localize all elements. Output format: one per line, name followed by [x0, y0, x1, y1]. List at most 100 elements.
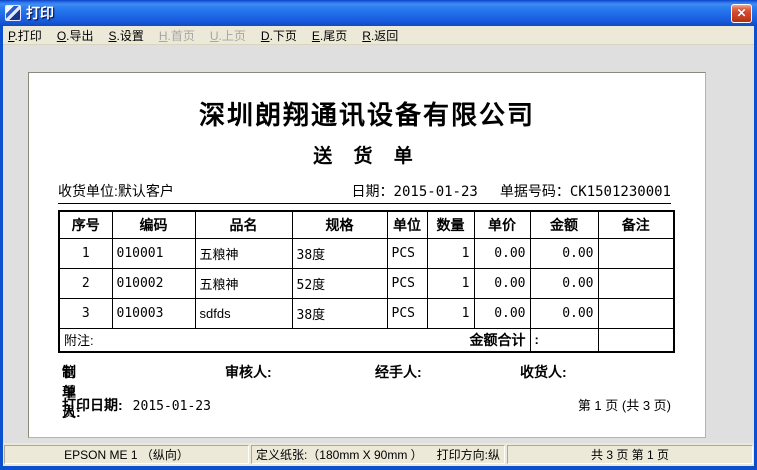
total-label: 金额合计: [470, 330, 526, 350]
accel-key: U: [210, 29, 219, 43]
company-name: 深圳朗翔通讯设备有限公司: [29, 95, 705, 132]
doc-no-label: 单据号码：: [500, 183, 570, 199]
statusbar: EPSON ME 1 （纵向） 定义纸张:（180mm X 90mm ） 打印方向…: [3, 443, 754, 466]
toolbar-label: .下页: [270, 29, 297, 43]
col-header-product: 品名: [195, 211, 292, 238]
toolbar-label: .导出: [66, 29, 93, 43]
window-bottom-border: [0, 466, 757, 470]
cell-remark: [598, 238, 674, 268]
info-line: 收货单位:默认客户 日期：2015-01-23 单据号码：CK1501230001: [58, 181, 671, 204]
toolbar-button-first-page[interactable]: H.首页: [159, 27, 195, 44]
notes-cell: 附注: 金额合计: [59, 328, 530, 352]
print-window: 打印 ✕ P.打印 O.导出 S.设置 H.首页 U.上页 D.下页 E.尾页 …: [0, 0, 757, 470]
toolbar-button-next-page[interactable]: D.下页: [261, 27, 297, 44]
customer-field: 收货单位:默认客户: [58, 181, 174, 201]
receiver-label: 收货人:: [520, 362, 567, 382]
table-row: 1 010001 五粮神 38度 PCS 1 0.00 0.00: [59, 238, 674, 268]
cell-remark: [598, 298, 674, 328]
cell-qty: 1: [427, 298, 474, 328]
cell-unit: PCS: [387, 298, 427, 328]
total-colon: :: [535, 332, 539, 347]
statusbar-pages: 共 3 页 第 1 页: [507, 445, 753, 464]
total-value-cell: :: [530, 328, 598, 352]
table-header-row: 序号 编码 品名 规格 单位 数量 单价 金额 备注: [59, 211, 674, 238]
cell-code: 010001: [112, 238, 195, 268]
paper-size: 定义纸张:（180mm X 90mm ）: [256, 446, 423, 463]
cell-amount: 0.00: [530, 298, 598, 328]
app-icon: [5, 5, 21, 21]
customer-label: 收货单位:: [58, 183, 118, 199]
doc-no-value: CK1501230001: [570, 184, 671, 200]
table-row: 3 010003 sdfds 38度 PCS 1 0.00 0.00: [59, 298, 674, 328]
cell-remark: [598, 268, 674, 298]
statusbar-paper: 定义纸张:（180mm X 90mm ） 打印方向:纵: [251, 445, 505, 464]
cell-amount: 0.00: [530, 268, 598, 298]
titlebar[interactable]: 打印 ✕: [0, 0, 757, 26]
cell-unit: PCS: [387, 268, 427, 298]
toolbar-label: .设置: [117, 29, 144, 43]
date-label: 日期：: [352, 183, 394, 199]
cell-product: 五粮神: [195, 268, 292, 298]
col-header-qty: 数量: [427, 211, 474, 238]
document-page: 深圳朗翔通讯设备有限公司 送 货 单 收货单位:默认客户 日期：2015-01-…: [28, 72, 706, 438]
toolbar-button-settings[interactable]: S.设置: [109, 27, 144, 44]
statusbar-printer: EPSON ME 1 （纵向）: [4, 445, 249, 464]
notes-label: 附注:: [64, 330, 94, 349]
date-docno-field: 日期：2015-01-23 单据号码：CK1501230001: [352, 181, 671, 201]
handler-label: 经手人:: [375, 362, 422, 382]
maker-value: 管理员: [62, 362, 76, 422]
col-header-amount: 金额: [530, 211, 598, 238]
close-icon: ✕: [736, 6, 746, 20]
toolbar-button-back[interactable]: R.返回: [362, 27, 398, 44]
toolbar-button-prev-page[interactable]: U.上页: [210, 27, 246, 44]
customer-value: 默认客户: [118, 183, 174, 199]
cell-spec: 38度: [292, 298, 387, 328]
accel-key: H: [159, 29, 168, 43]
cell-seq: 3: [59, 298, 112, 328]
cell-seq: 2: [59, 268, 112, 298]
cell-product: sdfds: [195, 298, 292, 328]
cell-code: 010003: [112, 298, 195, 328]
print-orientation: 打印方向:纵: [437, 446, 500, 463]
cell-spec: 52度: [292, 268, 387, 298]
accel-key: E: [312, 29, 320, 43]
print-date-row: 打印日期:2015-01-23 第 1 页 (共 3 页): [62, 395, 671, 415]
col-header-spec: 规格: [292, 211, 387, 238]
col-header-remark: 备注: [598, 211, 674, 238]
window-title: 打印: [26, 3, 731, 23]
preview-area: 深圳朗翔通讯设备有限公司 送 货 单 收货单位:默认客户 日期：2015-01-…: [3, 45, 754, 443]
cell-price: 0.00: [474, 298, 530, 328]
cell-price: 0.00: [474, 238, 530, 268]
toolbar-label: .返回: [371, 29, 398, 43]
document-title: 送 货 单: [29, 141, 705, 168]
cell-unit: PCS: [387, 238, 427, 268]
cell-qty: 1: [427, 268, 474, 298]
col-header-price: 单价: [474, 211, 530, 238]
toolbar-label: .首页: [168, 29, 195, 43]
col-header-seq: 序号: [59, 211, 112, 238]
toolbar-button-export[interactable]: O.导出: [57, 27, 94, 44]
signature-row: 制单人:管理员 审核人: 经手人: 收货人:: [29, 362, 705, 382]
toolbar-button-last-page[interactable]: E.尾页: [312, 27, 347, 44]
window-frame: P.打印 O.导出 S.设置 H.首页 U.上页 D.下页 E.尾页 R.返回 …: [0, 26, 757, 466]
table-row: 2 010002 五粮神 52度 PCS 1 0.00 0.00: [59, 268, 674, 298]
print-date-value: 2015-01-23: [133, 399, 211, 414]
date-value: 2015-01-23: [394, 184, 478, 200]
accel-key: D: [261, 29, 270, 43]
cell-qty: 1: [427, 238, 474, 268]
cell-amount: 0.00: [530, 238, 598, 268]
toolbar-label: .尾页: [320, 29, 347, 43]
toolbar-label: .上页: [219, 29, 246, 43]
notes-total-row: 附注: 金额合计 :: [59, 328, 674, 352]
notes-remark-cell: [598, 328, 674, 352]
cell-price: 0.00: [474, 268, 530, 298]
close-button[interactable]: ✕: [731, 4, 752, 23]
items-table: 序号 编码 品名 规格 单位 数量 单价 金额 备注 1 010001 五粮神: [58, 210, 675, 353]
page-info: 第 1 页 (共 3 页): [578, 395, 671, 415]
accel-key: O: [57, 29, 66, 43]
cell-product: 五粮神: [195, 238, 292, 268]
auditor-label: 审核人:: [225, 362, 272, 382]
toolbar-button-print[interactable]: P.打印: [8, 27, 42, 44]
toolbar: P.打印 O.导出 S.设置 H.首页 U.上页 D.下页 E.尾页 R.返回: [3, 26, 754, 45]
cell-code: 010002: [112, 268, 195, 298]
